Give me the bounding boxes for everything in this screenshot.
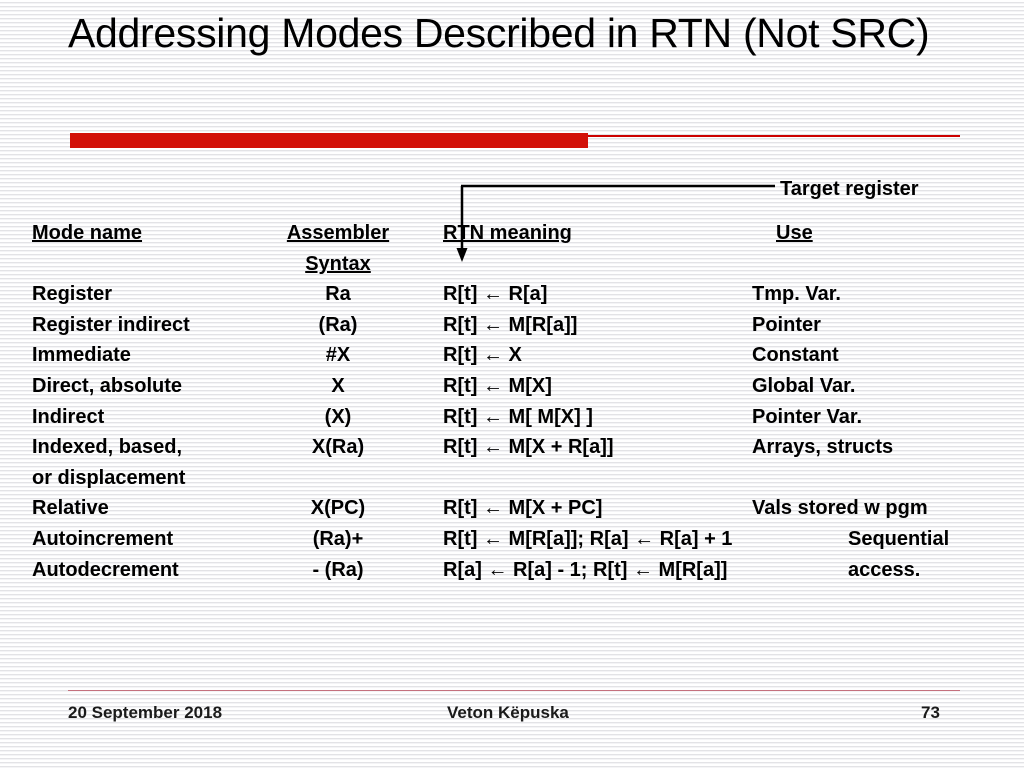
cell-use: Pointer Var. (752, 405, 863, 428)
cell-syntax: Ra (325, 283, 351, 306)
cell-rtn: R[t] ← M[X] (443, 374, 552, 397)
cell-syntax: X(PC) (310, 497, 366, 520)
cell-syntax: (Ra) (318, 313, 358, 336)
cell-use: Arrays, structs (752, 436, 894, 459)
cell-mode-name: Relative (32, 497, 109, 520)
cell-rtn: R[t] ← M[ M[X] ] (443, 405, 593, 428)
column-header-assembler: Assembler (286, 222, 390, 244)
footer-author: Veton Këpuska (447, 703, 569, 722)
cell-rtn: R[t] ← M[R[a]]; R[a] ← R[a] + 1 (443, 527, 733, 550)
table-row: Indirect (X) R[t] ← M[ M[X] ] Pointer Va… (0, 402, 1024, 433)
table-row: Autoincrement (Ra)+ R[t] ← M[R[a]]; R[a]… (0, 524, 1024, 555)
cell-mode-name: Autodecrement (32, 558, 179, 581)
cell-syntax: - (Ra) (312, 558, 364, 581)
cell-use: Global Var. (752, 374, 856, 397)
cell-use: Pointer (752, 313, 821, 336)
cell-use: Sequential (848, 527, 950, 550)
table-row: Relative X(PC) R[t] ← M[X + PC] Vals sto… (0, 493, 1024, 524)
addressing-modes-table: Mode name Assembler RTN meaning Use Synt… (0, 218, 1024, 585)
column-header-assembler-syntax: Syntax (305, 252, 371, 275)
table-row-continuation: or displacement (0, 463, 1024, 494)
table-row: Register indirect (Ra) R[t] ← M[R[a]] Po… (0, 310, 1024, 341)
column-header-rtn-meaning: RTN meaning (443, 222, 572, 244)
table-header-row: Mode name Assembler RTN meaning Use (0, 218, 1024, 249)
footer-divider (68, 690, 960, 691)
cell-rtn: R[t] ← M[X + R[a]] (443, 436, 614, 459)
cell-rtn: R[t] ← R[a] (443, 283, 548, 306)
table-row: Indexed, based, X(Ra) R[t] ← M[X + R[a]]… (0, 432, 1024, 463)
cell-mode-name: Autoincrement (32, 527, 174, 550)
cell-use: Tmp. Var. (752, 283, 841, 306)
cell-syntax: X(Ra) (311, 436, 365, 459)
cell-use: Vals stored w pgm (752, 497, 928, 520)
cell-mode-name: or displacement (32, 466, 186, 489)
footer-date: 20 September 2018 (68, 703, 223, 722)
cell-mode-name: Register indirect (32, 313, 190, 336)
table-row: Register Ra R[t] ← R[a] Tmp. Var. (0, 279, 1024, 310)
table-row: Autodecrement - (Ra) R[a] ← R[a] - 1; R[… (0, 555, 1024, 586)
cell-mode-name: Indirect (32, 405, 105, 428)
cell-rtn: R[a] ← R[a] - 1; R[t] ← M[R[a]] (443, 558, 728, 581)
cell-rtn: R[t] ← X (443, 344, 522, 367)
cell-syntax: X (331, 374, 345, 397)
table-row: Direct, absolute X R[t] ← M[X] Global Va… (0, 371, 1024, 402)
table-header-row-second-line: Syntax (0, 249, 1024, 280)
cell-use: access. (848, 558, 921, 581)
column-header-use: Use (776, 222, 813, 244)
page-title: Addressing Modes Described in RTN (Not S… (68, 10, 930, 56)
cell-syntax: (Ra)+ (312, 527, 364, 550)
title-divider-bar (70, 133, 588, 148)
cell-mode-name: Immediate (32, 344, 131, 367)
target-register-label: Target register (780, 178, 919, 200)
cell-rtn: R[t] ← M[X + PC] (443, 497, 603, 520)
cell-syntax: (X) (324, 405, 352, 428)
table-row: Immediate #X R[t] ← X Constant (0, 340, 1024, 371)
cell-use: Constant (752, 344, 839, 367)
footer-page-number: 73 (921, 703, 940, 722)
cell-mode-name: Indexed, based, (32, 436, 183, 459)
cell-syntax: #X (325, 344, 351, 367)
cell-mode-name: Register (32, 283, 113, 306)
column-header-mode-name: Mode name (32, 222, 143, 244)
cell-mode-name: Direct, absolute (32, 374, 183, 397)
slide: Addressing Modes Described in RTN (Not S… (0, 0, 1024, 768)
cell-rtn: R[t] ← M[R[a]] (443, 313, 578, 336)
